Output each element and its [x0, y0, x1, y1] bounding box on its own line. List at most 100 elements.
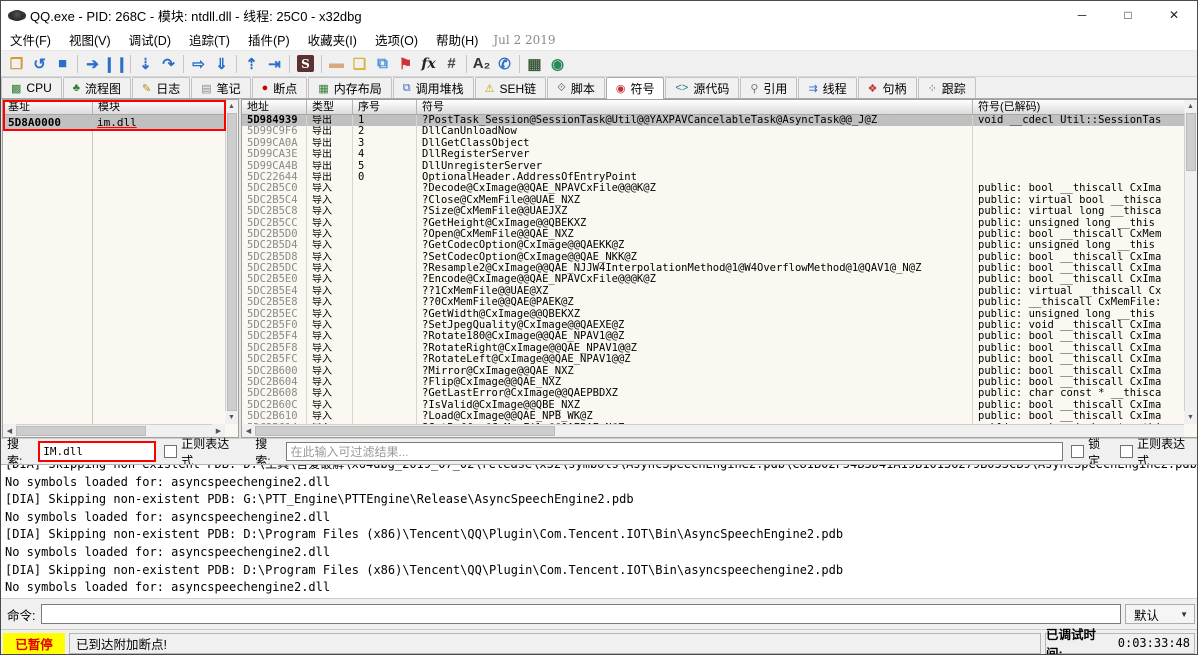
tab-call-stack[interactable]: ⧉调用堆栈	[393, 77, 474, 98]
run-to-user-code-icon[interactable]: ⇥	[263, 53, 286, 75]
bookmarks-icon[interactable]: ⚑	[394, 53, 417, 75]
column-header-ordinal[interactable]: 序号	[352, 100, 416, 114]
tab-log[interactable]: ✎日志	[132, 77, 190, 98]
checkbox-icon[interactable]	[1071, 445, 1084, 458]
menu-file[interactable]: 文件(F)	[1, 30, 60, 49]
tab-notes[interactable]: ▤笔记	[191, 77, 250, 98]
functions-icon[interactable]: fx	[417, 53, 440, 75]
tab-handles[interactable]: ❖句柄	[858, 77, 917, 98]
symbol-row[interactable]: 5DC2B5E0导入?Encode@CxImage@@QAE_NPAVCxFil…	[242, 274, 1184, 285]
assemble-icon[interactable]: A₂	[470, 53, 493, 75]
restart-icon[interactable]: ↺	[28, 53, 51, 75]
patches-icon[interactable]: ▬	[325, 53, 348, 75]
tab-cpu[interactable]: ▩CPU	[1, 77, 62, 98]
comments-icon[interactable]: ❏	[348, 53, 371, 75]
scroll-down-arrow[interactable]: ▼	[225, 411, 238, 424]
execute-till-return-icon[interactable]: ⇨	[187, 53, 210, 75]
tab-memory-map[interactable]: ▦内存布局	[308, 77, 391, 98]
command-profile-dropdown[interactable]: 默认 ▼	[1125, 604, 1195, 624]
menu-help[interactable]: 帮助(H)	[427, 30, 487, 49]
scroll-thumb[interactable]	[16, 426, 146, 436]
symbol-row[interactable]: 5DC2B5C4导入?Close@CxMemFile@@UAE_NXZpubli…	[242, 195, 1184, 206]
checkbox-icon[interactable]	[1120, 445, 1133, 458]
close-button[interactable]: ✕	[1151, 1, 1197, 29]
scroll-thumb[interactable]	[227, 113, 237, 411]
column-header-module[interactable]: 模块	[92, 100, 238, 114]
modules-vscrollbar[interactable]: ▲ ▼	[225, 100, 238, 424]
symbol-row[interactable]: 5DC2B5D8导入?SetCodecOption@CxImage@@QAE_N…	[242, 252, 1184, 263]
tab-threads[interactable]: ⇉线程	[798, 77, 856, 98]
run-icon[interactable]: ➔	[81, 53, 104, 75]
symbol-filter-input[interactable]	[286, 442, 1063, 461]
maximize-button[interactable]: □	[1105, 1, 1151, 29]
symbol-row[interactable]: 5D99CA0A导出3DllGetClassObject	[242, 138, 1184, 149]
symbol-row[interactable]: 5DC2B5DC导入?Resample2@CxImage@@QAE_NJJW4I…	[242, 263, 1184, 274]
module-row[interactable]: 5D8A0000im.dll	[3, 115, 238, 130]
symbol-row[interactable]: 5DC2B5E8导入??0CxMemFile@@QAE@PAEK@Zpublic…	[242, 297, 1184, 308]
symbol-row[interactable]: 5DC2B5EC导入?GetWidth@CxImage@@QBEKXZpubli…	[242, 309, 1184, 320]
attach-icon[interactable]: ✆	[493, 53, 516, 75]
run-to-cursor-icon[interactable]: ⇓	[210, 53, 233, 75]
column-header-type[interactable]: 类型	[306, 100, 352, 114]
symbols-header[interactable]: 地址 类型 序号 符号 符号(已解码)	[242, 100, 1197, 115]
scroll-down-arrow[interactable]: ▼	[1184, 411, 1197, 424]
symbol-row[interactable]: 5DC2B5D4导入?GetCodecOption@CxImage@@QAEKK…	[242, 240, 1184, 251]
menu-trace[interactable]: 追踪(T)	[180, 30, 239, 49]
menu-plugins[interactable]: 插件(P)	[239, 30, 299, 49]
symbol-row[interactable]: 5DC2B60C导入?IsValid@CxImage@@QBE_NXZpubli…	[242, 400, 1184, 411]
symbol-row[interactable]: 5DC2B5D0导入?Open@CxMemFile@@QAE_NXZpublic…	[242, 229, 1184, 240]
labels-icon[interactable]: ⧉	[371, 53, 394, 75]
symbol-row[interactable]: 5DC2B610导入?Load@CxImage@@QAE_NPB_WK@Zpub…	[242, 411, 1184, 422]
symbol-row[interactable]: 5DC2B5C0导入?Decode@CxImage@@QAE_NPAVCxFil…	[242, 183, 1184, 194]
symbol-row[interactable]: 5DC2B600导入?Mirror@CxImage@@QAE_NXZpublic…	[242, 366, 1184, 377]
symbol-row[interactable]: 5DC2B5CC导入?GetHeight@CxImage@@QBEKXZpubl…	[242, 218, 1184, 229]
module-search-input[interactable]	[38, 441, 156, 462]
string-refs-icon[interactable]: #	[440, 53, 463, 75]
scroll-up-arrow[interactable]: ▲	[225, 100, 238, 113]
minimize-button[interactable]: ─	[1059, 1, 1105, 29]
tab-graph[interactable]: ♣流程图	[63, 77, 131, 98]
symbol-row[interactable]: 5DC22644导出0OptionalHeader.AddressOfEntry…	[242, 172, 1184, 183]
tab-script[interactable]: ⟐脚本	[547, 77, 605, 98]
stop-icon[interactable]: ■	[51, 53, 74, 75]
symbol-row[interactable]: 5DC2B608导入?GetLastError@CxImage@@QAEPBDX…	[242, 388, 1184, 399]
command-input[interactable]	[41, 604, 1121, 624]
modules-header[interactable]: 基址 模块	[3, 100, 238, 115]
step-into-icon[interactable]: ⇣	[134, 53, 157, 75]
symbol-row[interactable]: 5D99C9F6导出2DllCanUnloadNow	[242, 126, 1184, 137]
calculator-icon[interactable]: ▦	[523, 53, 546, 75]
symbol-row[interactable]: 5DC2B5C8导入?Size@CxMemFile@@UAEJXZpublic:…	[242, 206, 1184, 217]
symbol-row[interactable]: 5DC2B5F4导入?Rotate180@CxImage@@QAE_NPAV1@…	[242, 331, 1184, 342]
column-header-symbol[interactable]: 符号	[416, 100, 972, 114]
symbols-hscrollbar[interactable]: ◀	[242, 424, 1184, 437]
symbol-row[interactable]: 5DC2B5FC导入?RotateLeft@CxImage@@QAE_NPAV1…	[242, 354, 1184, 365]
column-header-symbol-undecorated[interactable]: 符号(已解码)	[972, 100, 1197, 114]
menu-favourites[interactable]: 收藏夹(I)	[299, 30, 366, 49]
symbol-log-output[interactable]: [DIA] Skipping non-existent PDB: D:\工具\吾…	[1, 464, 1197, 598]
scroll-thumb[interactable]	[255, 426, 555, 436]
tab-symbols[interactable]: ◉符号	[606, 77, 665, 99]
menu-view[interactable]: 视图(V)	[60, 30, 120, 49]
column-header-address[interactable]: 地址	[242, 100, 306, 114]
checkbox-icon[interactable]	[164, 445, 177, 458]
tab-references[interactable]: ⚲引用	[740, 77, 797, 98]
step-over-icon[interactable]: ↷	[157, 53, 180, 75]
symbol-row[interactable]: 5DC2B604导入?Flip@CxImage@@QAE_NXZpublic: …	[242, 377, 1184, 388]
column-header-base[interactable]: 基址	[3, 100, 92, 114]
tab-seh-chain[interactable]: ⚠SEH链	[475, 77, 547, 98]
symbol-row[interactable]: 5DC2B5F0导入?SetJpegQuality@CxImage@@QAEXE…	[242, 320, 1184, 331]
pause-icon[interactable]: ❙❙	[104, 53, 127, 75]
title-bar[interactable]: QQ.exe - PID: 268C - 模块: ntdll.dll - 线程:…	[1, 1, 1197, 29]
symbol-row[interactable]: 5D984939导出1?PostTask_Session@SessionTask…	[242, 115, 1184, 126]
scroll-left-arrow[interactable]: ◀	[242, 424, 255, 437]
scroll-up-arrow[interactable]: ▲	[1184, 100, 1197, 113]
open-file-icon[interactable]: ❐	[5, 53, 28, 75]
source-mode-icon[interactable]: S	[297, 55, 314, 72]
symbol-row[interactable]: 5D99CA4B导出5DllUnregisterServer	[242, 161, 1184, 172]
symbol-row[interactable]: 5DC2B5F8导入?RotateRight@CxImage@@QAE_NPAV…	[242, 343, 1184, 354]
symbols-vscrollbar[interactable]: ▲ ▼	[1184, 100, 1197, 424]
menu-debug[interactable]: 调试(D)	[120, 30, 180, 49]
tab-trace[interactable]: ⁘跟踪	[918, 77, 976, 98]
tab-source[interactable]: <>源代码	[665, 77, 739, 98]
symbol-row[interactable]: 5DC2B5E4导入??1CxMemFile@@UAE@XZpublic: vi…	[242, 286, 1184, 297]
